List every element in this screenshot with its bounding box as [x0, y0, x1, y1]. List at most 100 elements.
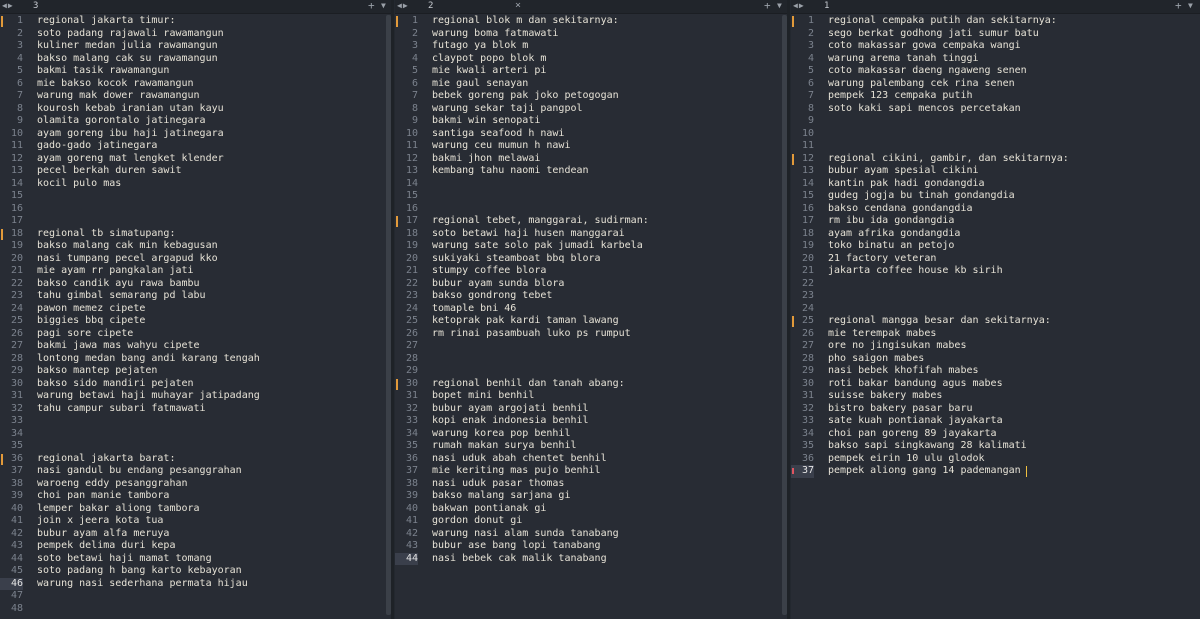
line-text[interactable]: pempek delima duri kepa [37, 540, 175, 553]
code-line[interactable]: 24 [791, 303, 1200, 316]
code-line[interactable]: 18 regional tb simatupang: [0, 228, 391, 241]
code-line[interactable]: 34 [0, 428, 391, 441]
line-text[interactable]: regional mangga besar dan sekitarnya: [828, 315, 1051, 328]
line-text[interactable]: ayam goreng ibu haji jatinegara [37, 128, 224, 141]
line-text[interactable]: soto kaki sapi mencos percetakan [828, 103, 1021, 116]
line-text[interactable]: mie bakso kocok rawamangun [37, 78, 194, 91]
code-line[interactable]: 34 warung korea pop benhil [395, 428, 787, 441]
code-line[interactable]: 35 [0, 440, 391, 453]
code-line[interactable]: 25 biggies bbq cipete [0, 315, 391, 328]
code-line[interactable]: 5 bakmi tasik rawamangun [0, 65, 391, 78]
code-line[interactable]: 21 stumpy coffee blora [395, 265, 787, 278]
code-line[interactable]: 32 tahu campur subari fatmawati [0, 403, 391, 416]
line-text[interactable]: tahu campur subari fatmawati [37, 403, 206, 416]
code-line[interactable]: 30 regional benhil dan tanah abang: [395, 378, 787, 391]
code-line[interactable]: 2 warung boma fatmawati [395, 28, 787, 41]
line-text[interactable]: bakmi win senopati [432, 115, 540, 128]
code-line[interactable]: 1 regional cempaka putih dan sekitarnya: [791, 15, 1200, 28]
code-line[interactable]: 3 kuliner medan julia rawamangun [0, 40, 391, 53]
line-text[interactable]: pagi sore cipete [37, 328, 133, 341]
line-text[interactable]: bakmi jhon melawai [432, 153, 540, 166]
left-right-arrows-icon[interactable]: ◀▶ [793, 1, 813, 12]
code-line[interactable]: 39 bakso malang sarjana gi [395, 490, 787, 503]
line-text[interactable]: regional tebet, manggarai, sudirman: [432, 215, 649, 228]
code-line[interactable]: 48 [0, 603, 391, 616]
line-text[interactable]: nasi bebek cak malik tanabang [432, 553, 607, 566]
code-line[interactable]: 37 pempek aliong gang 14 pademangan [791, 465, 1200, 478]
code-line[interactable]: 3 coto makassar gowa cempaka wangi [791, 40, 1200, 53]
code-line[interactable]: 16 [0, 203, 391, 216]
dropdown-arrow-icon[interactable]: ▼ [777, 1, 782, 10]
code-line[interactable]: 30 bakso sido mandiri pejaten [0, 378, 391, 391]
code-line[interactable]: 6 mie gaul senayan [395, 78, 787, 91]
code-line[interactable]: 38 nasi uduk pasar thomas [395, 478, 787, 491]
line-text[interactable]: toko binatu an petojo [828, 240, 954, 253]
line-text[interactable]: bubur ayam sunda blora [432, 278, 564, 291]
line-text[interactable]: bubur ayam alfa meruya [37, 528, 169, 541]
left-right-arrows-icon[interactable]: ◀▶ [2, 1, 22, 12]
line-text[interactable]: bakso malang sarjana gi [432, 490, 570, 503]
code-line[interactable]: 25 regional mangga besar dan sekitarnya: [791, 315, 1200, 328]
code-line[interactable]: 14 [395, 178, 787, 191]
code-line[interactable]: 23 bakso gondrong tebet [395, 290, 787, 303]
line-text[interactable]: kopi enak indonesia benhil [432, 415, 589, 428]
line-text[interactable]: bakmi jawa mas wahyu cipete [37, 340, 200, 353]
code-line[interactable]: 19 toko binatu an petojo [791, 240, 1200, 253]
line-text[interactable]: bakso cendana gondangdia [828, 203, 973, 216]
code-line[interactable]: 1 regional jakarta timur: [0, 15, 391, 28]
dropdown-arrow-icon[interactable]: ▼ [381, 1, 386, 10]
code-line[interactable]: 32 bistro bakery pasar baru [791, 403, 1200, 416]
line-text[interactable]: pecel berkah duren sawit [37, 165, 182, 178]
line-text[interactable]: regional benhil dan tanah abang: [432, 378, 625, 391]
line-text[interactable]: bakso gondrong tebet [432, 290, 552, 303]
code-line[interactable]: 3 futago ya blok m [395, 40, 787, 53]
line-text[interactable]: warung boma fatmawati [432, 28, 558, 41]
code-line[interactable]: 21 jakarta coffee house kb sirih [791, 265, 1200, 278]
line-text[interactable]: warung korea pop benhil [432, 428, 570, 441]
line-text[interactable]: stumpy coffee blora [432, 265, 546, 278]
line-text[interactable]: bakwan pontianak gi [432, 503, 546, 516]
code-line[interactable]: 30 roti bakar bandung agus mabes [791, 378, 1200, 391]
line-text[interactable]: choi pan goreng 89 jayakarta [828, 428, 997, 441]
code-line[interactable]: 1 regional blok m dan sekitarnya: [395, 15, 787, 28]
line-text[interactable]: regional cempaka putih dan sekitarnya: [828, 15, 1057, 28]
code-line[interactable]: 9 olamita gorontalo jatinegara [0, 115, 391, 128]
tab-1[interactable]: 3 [33, 1, 38, 11]
line-text[interactable]: bakso malang cak min kebagusan [37, 240, 218, 253]
line-text[interactable]: sego berkat godhong jati sumur batu [828, 28, 1039, 41]
line-text[interactable]: warung sate solo pak jumadi karbela [432, 240, 643, 253]
line-text[interactable]: bakso malang cak su rawamangun [37, 53, 218, 66]
line-text[interactable]: kuliner medan julia rawamangun [37, 40, 218, 53]
line-text[interactable]: roti bakar bandung agus mabes [828, 378, 1003, 391]
code-line[interactable]: 37 mie keriting mas pujo benhil [395, 465, 787, 478]
line-text[interactable]: pawon memez cipete [37, 303, 145, 316]
line-text[interactable]: coto makassar gowa cempaka wangi [828, 40, 1021, 53]
editor-pane-3[interactable]: ◀▶ 1 + ▼ 1 regional cempaka putih dan sek… [791, 0, 1200, 619]
code-line[interactable]: 5 coto makassar daeng ngaweng senen [791, 65, 1200, 78]
code-line[interactable]: 22 [791, 278, 1200, 291]
line-text[interactable]: bopet mini benhil [432, 390, 534, 403]
code-line[interactable]: 26 mie terempak mabes [791, 328, 1200, 341]
code-line[interactable]: 29 [395, 365, 787, 378]
line-text[interactable]: soto betawi haji husen manggarai [432, 228, 625, 241]
code-line[interactable]: 13 pecel berkah duren sawit [0, 165, 391, 178]
line-text[interactable]: mie terempak mabes [828, 328, 936, 341]
code-line[interactable]: 23 [791, 290, 1200, 303]
line-text[interactable]: bakso candik ayu rawa bambu [37, 278, 200, 291]
code-line[interactable]: 4 warung arema tanah tinggi [791, 53, 1200, 66]
code-line[interactable]: 12 bakmi jhon melawai [395, 153, 787, 166]
code-line[interactable]: 16 bakso cendana gondangdia [791, 203, 1200, 216]
line-text[interactable]: join x jeera kota tua [37, 515, 163, 528]
code-line[interactable]: 35 bakso sapi singkawang 28 kalimati [791, 440, 1200, 453]
code-line[interactable]: 27 bakmi jawa mas wahyu cipete [0, 340, 391, 353]
code-line[interactable]: 20 sukiyaki steamboat bbq blora [395, 253, 787, 266]
code-line[interactable]: 41 gordon donut gi [395, 515, 787, 528]
line-text[interactable]: ayam afrika gondangdia [828, 228, 960, 241]
code-line[interactable]: 16 [395, 203, 787, 216]
code-line[interactable]: 34 choi pan goreng 89 jayakarta [791, 428, 1200, 441]
code-line[interactable]: 43 bubur ase bang lopi tanabang [395, 540, 787, 553]
line-text[interactable]: gordon donut gi [432, 515, 522, 528]
code-line[interactable]: 11 gado-gado jatinegara [0, 140, 391, 153]
line-text[interactable]: bubur ase bang lopi tanabang [432, 540, 601, 553]
code-line[interactable]: 14 kocil pulo mas [0, 178, 391, 191]
